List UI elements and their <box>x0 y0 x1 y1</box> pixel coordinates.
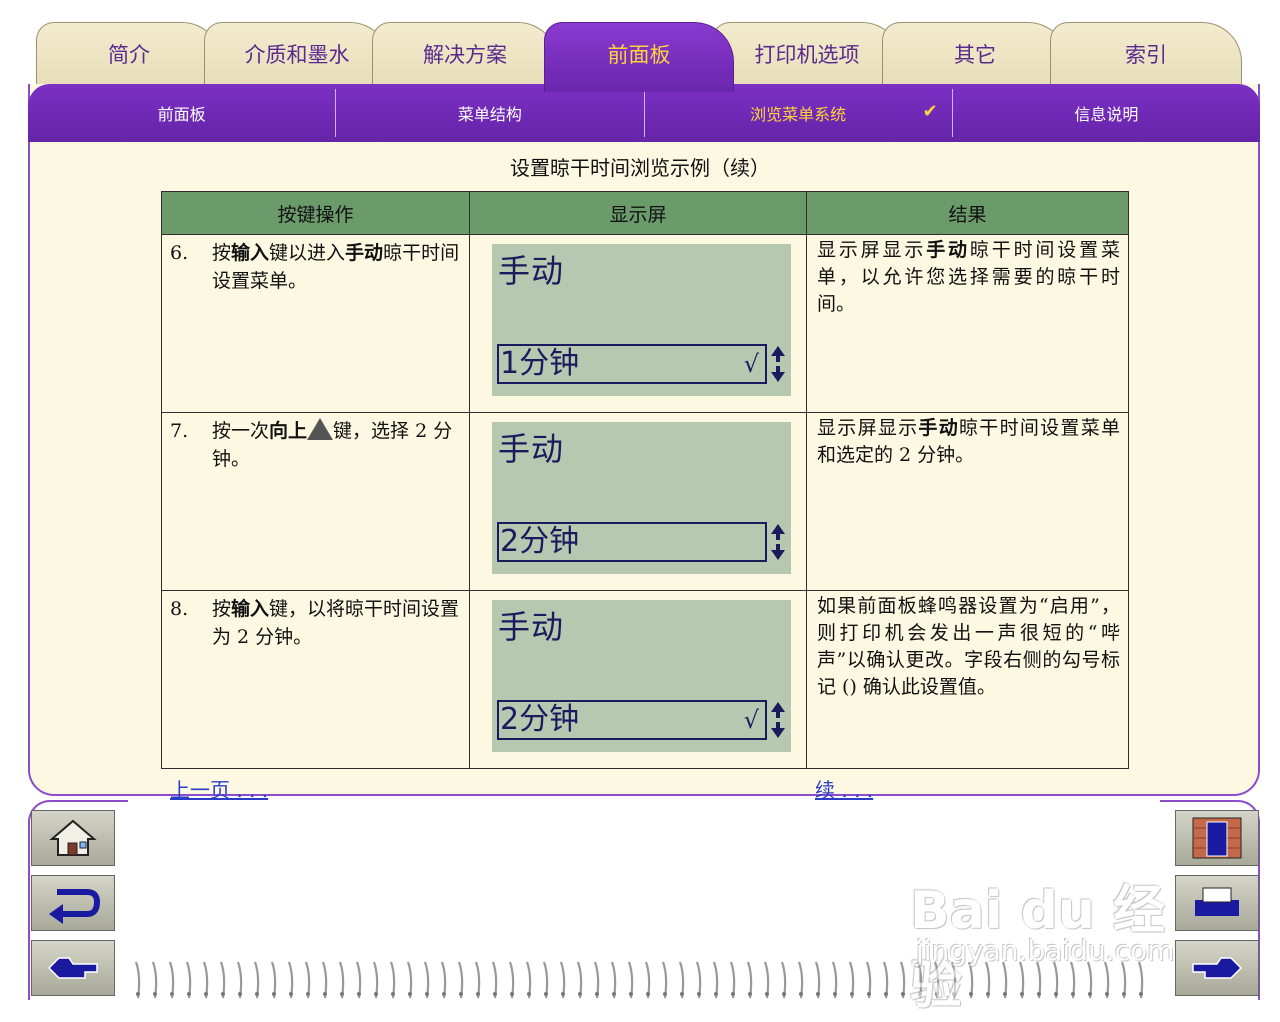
tick-icon: √ <box>743 350 759 378</box>
up-down-arrows-icon <box>769 522 787 562</box>
page-title: 设置晾干时间浏览示例（续） <box>510 156 770 180</box>
menu-name: 手动 <box>926 239 970 261</box>
display-cell: 手动 2分钟 √ <box>469 590 807 769</box>
step-text: 按一次向上 键，选择 2 分钟。 <box>212 417 461 473</box>
lcd-display: 手动 2分钟 √ <box>492 600 791 752</box>
tab-printer-options[interactable]: 打印机选项 <box>712 22 902 88</box>
key-name: 输入 <box>231 242 270 264</box>
step-number: 6. <box>170 242 189 264</box>
tab-other[interactable]: 其它 <box>882 22 1068 88</box>
lcd-value-field: 2分钟 √ <box>497 700 767 740</box>
step-number: 8. <box>170 598 189 620</box>
result-cell: 显示屏显示手动晾干时间设置菜单，以允许您选择需要的晾干时间。 <box>806 234 1129 413</box>
table-row: 7. 按一次向上 键，选择 2 分钟。 手动 2分钟 显示屏显示手动晾干时间设置菜… <box>161 412 1129 591</box>
tick-icon: √ <box>743 706 759 734</box>
up-down-arrows-icon <box>769 700 787 740</box>
menu-name: 手动 <box>345 242 384 264</box>
lcd-value: 2分钟 <box>500 524 580 559</box>
back-icon <box>49 889 101 924</box>
tab-label: 前面板 <box>607 43 671 67</box>
baidu-watermark: Bai du 经验 jingyan.baidu.com <box>910 840 1210 1016</box>
home-button[interactable] <box>31 810 115 866</box>
subnav-label: 浏览菜单系统 <box>750 105 847 124</box>
back-button[interactable] <box>31 875 115 931</box>
key-action-cell: 8. 按输入键，以将晾干时间设置为 2 分钟。 <box>161 590 470 769</box>
up-down-arrows-icon <box>769 344 787 384</box>
steps-table: 按键操作 显示屏 结果 6. 按输入键以进入手动晾干时间设置菜单。 手动 1分钟… <box>161 191 1129 769</box>
subnav-front-panel[interactable]: 前面板 <box>28 89 335 137</box>
lcd-menu-title: 手动 <box>498 252 565 290</box>
tab-index[interactable]: 索引 <box>1050 22 1242 88</box>
text-segment: 按 <box>212 598 232 620</box>
step-text: 按输入键，以将晾干时间设置为 2 分钟。 <box>212 595 461 651</box>
column-header-result: 结果 <box>806 191 1129 235</box>
tab-label: 索引 <box>1125 43 1167 67</box>
tab-label: 解决方案 <box>423 43 507 67</box>
lcd-value: 2分钟 <box>500 702 580 737</box>
sub-navigation: 前面板 菜单结构 浏览菜单系统 ✔ 信息说明 <box>28 84 1260 142</box>
subnav-browse-menu[interactable]: 浏览菜单系统 ✔ <box>643 89 952 137</box>
tab-solutions[interactable]: 解决方案 <box>372 22 558 88</box>
lcd-menu-title: 手动 <box>498 430 565 468</box>
lcd-value-field: 2分钟 <box>497 522 767 562</box>
previous-page-link[interactable]: 上一页 . . . <box>170 774 268 803</box>
tab-label: 简介 <box>108 43 150 67</box>
table-row: 6. 按输入键以进入手动晾干时间设置菜单。 手动 1分钟 √ 显示屏显示手动晾干时… <box>161 234 1129 413</box>
lcd-value-field: 1分钟 √ <box>497 344 767 384</box>
lcd-menu-title: 手动 <box>498 608 565 646</box>
subnav-label: 信息说明 <box>1074 105 1139 124</box>
step-number: 7. <box>170 420 189 442</box>
key-action-cell: 6. 按输入键以进入手动晾干时间设置菜单。 <box>161 234 470 413</box>
key-name: 向上 <box>269 420 308 442</box>
top-tab-bar: 简介 介质和墨水 解决方案 前面板 打印机选项 其它 索引 <box>36 22 1246 92</box>
table-header-row: 按键操作 显示屏 结果 <box>161 191 1129 235</box>
key-name: 输入 <box>231 598 270 620</box>
result-cell: 如果前面板蜂鸣器设置为“启用”，则打印机会发出一声很短的“哔声”以确认更改。字段… <box>806 590 1129 769</box>
step-text: 按输入键以进入手动晾干时间设置菜单。 <box>212 239 461 295</box>
text-segment: 如果前面板蜂鸣器设置为“启用”，则打印机会发出一声很短的“哔声”以确认更改。字段… <box>817 595 1120 698</box>
key-action-cell: 7. 按一次向上 键，选择 2 分钟。 <box>161 412 470 591</box>
result-cell: 显示屏显示手动晾干时间设置菜单和选定的 2 分钟。 <box>806 412 1129 591</box>
lcd-display: 手动 2分钟 <box>492 422 791 574</box>
home-icon <box>49 819 97 856</box>
up-arrow-key-icon <box>307 418 334 440</box>
column-header-key-action: 按键操作 <box>161 191 470 235</box>
display-cell: 手动 1分钟 √ <box>469 234 807 413</box>
text-segment: 显示屏显示 <box>817 417 919 439</box>
text-segment: 按一次 <box>212 420 270 442</box>
table-row: 8. 按输入键，以将晾干时间设置为 2 分钟。 手动 2分钟 √ 如果前面板蜂鸣器… <box>161 590 1129 769</box>
tab-label: 其它 <box>954 43 996 67</box>
column-header-display: 显示屏 <box>469 191 807 235</box>
text-segment: 键以进入 <box>269 242 346 264</box>
tab-media-ink[interactable]: 介质和墨水 <box>204 22 390 88</box>
display-cell: 手动 2分钟 <box>469 412 807 591</box>
menu-name: 手动 <box>918 417 959 439</box>
tab-front-panel[interactable]: 前面板 <box>544 22 734 92</box>
watermark-url: jingyan.baidu.com <box>916 934 1175 967</box>
tab-label: 介质和墨水 <box>244 43 350 67</box>
text-segment: 显示屏显示 <box>817 239 927 261</box>
lcd-display: 手动 1分钟 √ <box>492 244 791 396</box>
subnav-menu-structure[interactable]: 菜单结构 <box>335 89 643 137</box>
subnav-messages[interactable]: 信息说明 <box>951 89 1260 137</box>
subnav-label: 前面板 <box>157 105 206 124</box>
text-segment: 按 <box>212 242 232 264</box>
subnav-label: 菜单结构 <box>457 105 522 124</box>
next-page-link[interactable]: 续 . . . <box>815 774 873 803</box>
checkmark-icon: ✔ <box>922 101 938 122</box>
previous-button[interactable] <box>31 940 115 996</box>
tab-label: 打印机选项 <box>754 43 860 67</box>
lcd-value: 1分钟 <box>500 346 580 381</box>
tab-intro[interactable]: 简介 <box>36 22 222 88</box>
previous-hand-icon <box>47 957 98 979</box>
